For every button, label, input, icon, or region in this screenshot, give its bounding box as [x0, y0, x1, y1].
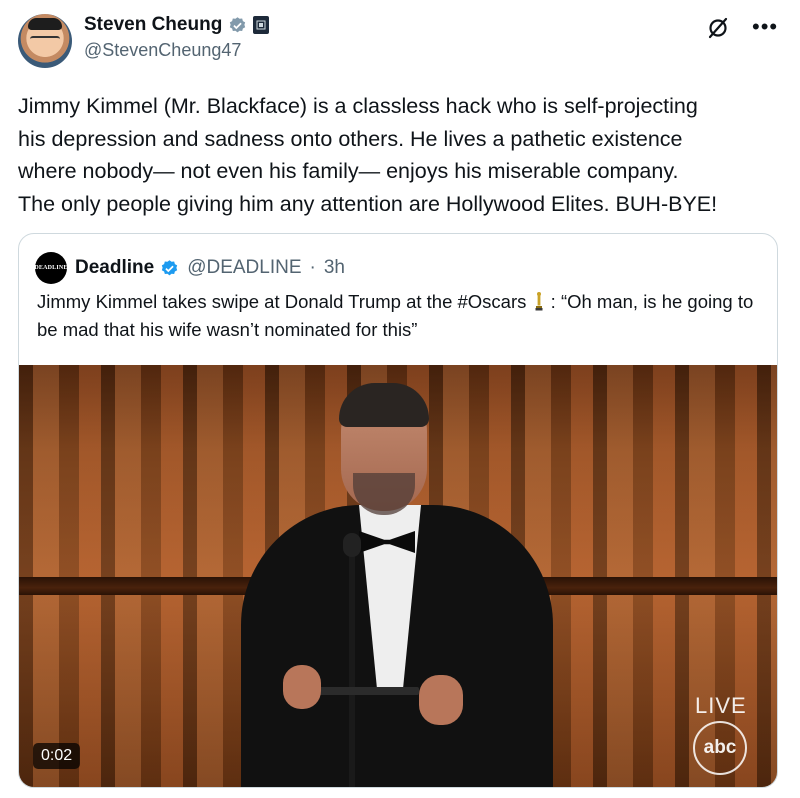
live-label: LIVE [695, 693, 747, 718]
quoted-author-name[interactable]: Deadline [75, 257, 154, 279]
quoted-tweet[interactable]: DEADLINE Deadline @DEADLINE · 3h Jimmy K… [18, 233, 778, 788]
quoted-timestamp[interactable]: 3h [324, 257, 345, 279]
video-timestamp: 0:02 [33, 743, 81, 769]
quoted-author-avatar[interactable]: DEADLINE [34, 252, 68, 284]
host-left-hand [283, 665, 321, 709]
host-right-hand [419, 675, 463, 725]
microphone-stand [349, 541, 355, 787]
author-name-row: Steven Cheung [84, 12, 270, 38]
author-avatar[interactable] [18, 14, 72, 68]
abc-logo-text: abc [703, 737, 737, 758]
author-block: Steven Cheung @StevenCheung47 [84, 12, 270, 61]
grok-icon[interactable] [706, 16, 730, 40]
author-handle[interactable]: @StevenCheung47 [84, 40, 269, 61]
abc-logo-icon: abc [693, 721, 747, 775]
avatar-glasses [30, 36, 60, 44]
tweet-text: Jimmy Kimmel (Mr. Blackface) is a classl… [18, 94, 718, 216]
oscar-statue-icon [535, 292, 543, 311]
quoted-tweet-header: DEADLINE Deadline @DEADLINE · 3h [34, 252, 345, 284]
quoted-avatar-logo-text: DEADLINE [34, 265, 68, 271]
quoted-tweet-text: Jimmy Kimmel takes swipe at Donald Trump… [37, 288, 757, 344]
affiliation-badge-icon[interactable] [253, 16, 270, 34]
verified-badge-icon[interactable] [160, 259, 179, 278]
quoted-author-handle[interactable]: @DEADLINE [187, 257, 301, 279]
more-icon[interactable]: ••• [752, 14, 778, 40]
microphone-head [343, 533, 361, 557]
card-holder [309, 687, 419, 695]
author-name[interactable]: Steven Cheung [84, 14, 222, 36]
verified-badge-icon[interactable] [228, 16, 247, 35]
quoted-text-part-1: Jimmy Kimmel takes swipe at Donald Trump… [37, 291, 532, 312]
avatar-hair [28, 18, 62, 30]
video-player[interactable]: LIVE abc 0:02 [19, 365, 777, 787]
meta-separator: · [309, 257, 316, 278]
